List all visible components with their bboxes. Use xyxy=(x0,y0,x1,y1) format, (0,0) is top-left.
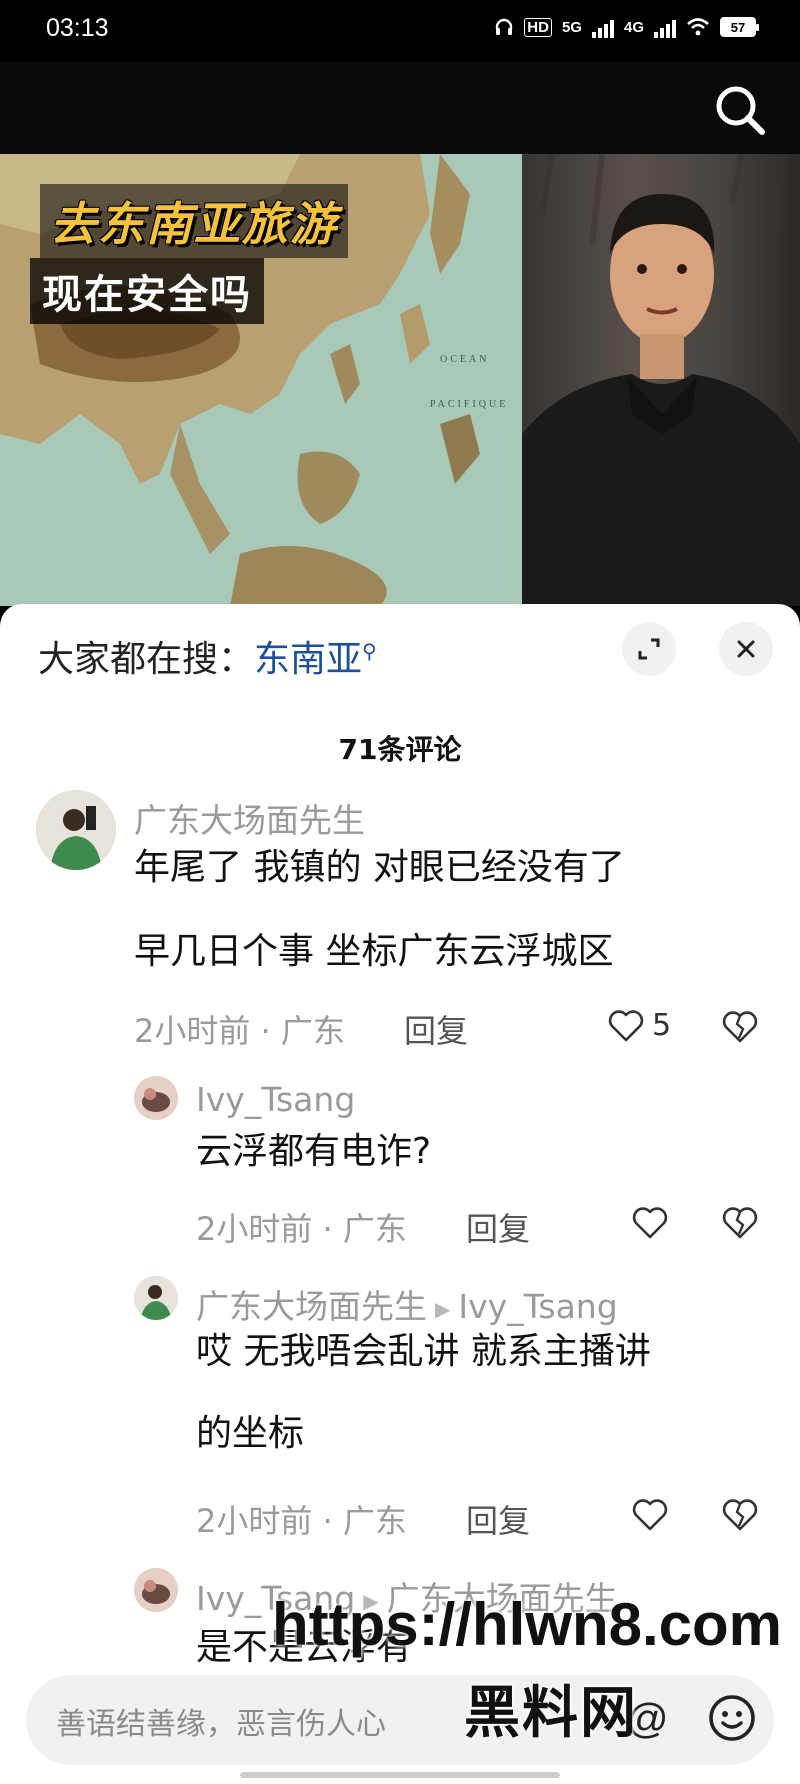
broken-heart-icon xyxy=(722,1499,758,1531)
signal-icon xyxy=(591,16,614,38)
map-label-pacifique: PACIFIQUE xyxy=(430,399,509,410)
comment-text-line: 早几日个事 坐标广东云浮城区 xyxy=(134,931,614,972)
expand-button[interactable] xyxy=(622,622,676,676)
presenter-figure xyxy=(522,154,800,606)
like-button[interactable]: 5 xyxy=(608,1008,671,1043)
comment-input-bar[interactable]: 善语结善缘，恶言伤人心 @ xyxy=(26,1675,774,1765)
comment-meta: 2小时前 · 广东 xyxy=(196,1502,407,1540)
comment-meta: 2小时前 · 广东 xyxy=(196,1210,407,1248)
like-button[interactable] xyxy=(632,1498,668,1532)
battery-icon: 57 xyxy=(720,17,759,37)
search-button[interactable] xyxy=(710,80,770,140)
comment-text-line: 的坐标 xyxy=(196,1413,305,1454)
heart-icon xyxy=(608,1009,644,1041)
close-button[interactable] xyxy=(719,622,773,676)
presenter-image xyxy=(522,154,800,606)
video-title-line2: 现在安全吗 xyxy=(30,258,264,324)
status-icons: HD 5G 4G 57 xyxy=(494,16,759,38)
video-title-line1: 去东南亚旅游 xyxy=(40,184,348,258)
home-indicator xyxy=(240,1772,560,1778)
comment-meta: 2小时前 · 广东 xyxy=(134,1012,345,1050)
like-button[interactable] xyxy=(632,1206,668,1240)
broken-heart-icon xyxy=(722,1207,758,1239)
avatar[interactable] xyxy=(134,1276,178,1320)
network-5g: 5G xyxy=(561,18,582,36)
search-icon xyxy=(716,86,765,135)
comment-text-line: 云浮都有电诈? xyxy=(196,1131,432,1172)
comment-text-line: 哎 无我唔会乱讲 就系主播讲 xyxy=(196,1331,651,1372)
avatar[interactable] xyxy=(134,1076,178,1120)
avatar[interactable] xyxy=(36,790,116,870)
dislike-button[interactable] xyxy=(722,1498,758,1536)
expand-icon xyxy=(638,638,660,660)
broken-heart-icon xyxy=(722,1011,758,1043)
reply-button[interactable]: 回复 xyxy=(404,1006,468,1052)
comment-input-placeholder[interactable]: 善语结善缘，恶言伤人心 xyxy=(56,1699,386,1743)
watermark-name: 黑料网 xyxy=(464,1681,638,1746)
video-top-bar xyxy=(0,62,800,154)
reply-button[interactable]: 回复 xyxy=(466,1496,530,1542)
close-icon xyxy=(737,640,755,658)
reply-item: 广东大场面先生 ▶ Ivy_Tsang 哎 无我唔会乱讲 就系主播讲 的坐标 2小时… xyxy=(0,1270,800,1540)
video-player[interactable]: OCEAN PACIFIQUE 去东南亚旅游 现在安全吗 xyxy=(0,154,800,606)
emoji-button[interactable] xyxy=(706,1692,758,1748)
dislike-button[interactable] xyxy=(722,1010,758,1048)
emoji-icon xyxy=(709,1695,755,1741)
trending-search[interactable]: 大家都在搜：东南亚⚲ xyxy=(38,630,377,682)
like-count: 5 xyxy=(652,1008,672,1043)
watermark-url: https://hlwn8.com xyxy=(272,1591,782,1658)
comment-item: 广东大场面先生 年尾了 我镇的 对眼已经没有了 早几日个事 坐标广东云浮城区 2… xyxy=(0,786,800,1056)
avatar[interactable] xyxy=(134,1568,178,1612)
wifi-icon xyxy=(687,18,709,36)
signal-icon-2 xyxy=(654,16,676,38)
status-time: 03:13 xyxy=(46,14,109,42)
heart-icon xyxy=(632,1499,668,1531)
heart-icon xyxy=(632,1207,668,1239)
dislike-button[interactable] xyxy=(722,1206,758,1244)
map-image: OCEAN PACIFIQUE 去东南亚旅游 现在安全吗 xyxy=(0,154,522,606)
map-label-ocean: OCEAN xyxy=(440,354,490,365)
network-4g: 4G xyxy=(623,18,644,36)
reply-button[interactable]: 回复 xyxy=(466,1204,530,1250)
reply-item: Ivy_Tsang 云浮都有电诈? 2小时前 · 广东 回复 xyxy=(0,1070,800,1250)
comment-text-line: 年尾了 我镇的 对眼已经没有了 xyxy=(134,847,625,888)
status-bar: 03:13 HD 5G 4G 57 xyxy=(0,0,800,62)
headset-icon xyxy=(496,18,513,35)
comment-count: 71条评论 xyxy=(338,733,462,766)
trending-search-keyword[interactable]: 东南亚 xyxy=(254,639,362,680)
hd-indicator: HD xyxy=(524,17,552,37)
keyword-search-icon: ⚲ xyxy=(362,639,377,663)
trending-search-prefix: 大家都在搜： xyxy=(38,639,255,680)
